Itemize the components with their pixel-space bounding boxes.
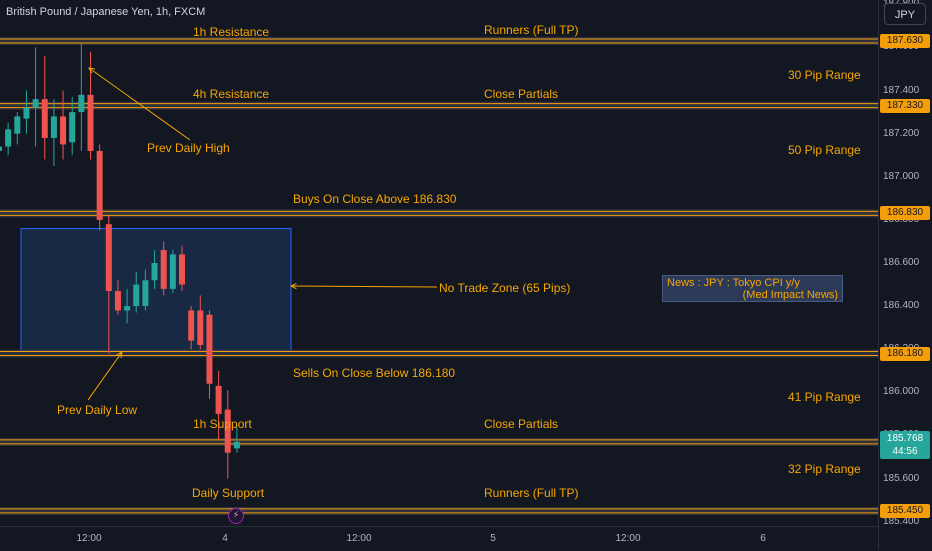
time-axis[interactable]: 12:00 4 12:00 5 12:00 6 bbox=[0, 526, 878, 551]
annotation-prev-daily-high[interactable]: Prev Daily High bbox=[147, 141, 230, 155]
candle-body[interactable] bbox=[87, 94, 94, 151]
level-band bbox=[0, 506, 878, 515]
level-price-badge[interactable]: 185.450 bbox=[880, 503, 930, 518]
candle-body[interactable] bbox=[124, 306, 131, 311]
annotation-no-trade-zone[interactable]: No Trade Zone (65 Pips) bbox=[439, 281, 570, 295]
news-event-box[interactable]: News : JPY : Tokyo CPI y/y (Med Impact N… bbox=[662, 275, 843, 302]
candlestick-chart[interactable] bbox=[0, 0, 878, 526]
current-price: 185.768 bbox=[886, 433, 924, 444]
candle-body[interactable] bbox=[169, 254, 176, 289]
news-line-2: (Med Impact News) bbox=[742, 289, 838, 301]
candle-body[interactable] bbox=[14, 116, 21, 134]
level-price-badge[interactable]: 186.830 bbox=[880, 206, 930, 221]
annotation-range-41[interactable]: 41 Pip Range bbox=[788, 390, 861, 404]
candle-body[interactable] bbox=[188, 310, 195, 341]
level-band bbox=[0, 437, 878, 446]
candle-body[interactable] bbox=[215, 385, 222, 414]
level-price-badge[interactable]: 187.330 bbox=[880, 98, 930, 113]
candle-body[interactable] bbox=[23, 107, 30, 119]
time-tick-label: 12:00 bbox=[76, 533, 102, 544]
time-tick-label: 12:00 bbox=[346, 533, 372, 544]
level-band bbox=[0, 36, 878, 45]
currency-button[interactable]: JPY bbox=[884, 3, 926, 25]
candle-body[interactable] bbox=[197, 310, 204, 345]
candle-body[interactable] bbox=[233, 441, 240, 449]
prev-daily-low-arrow bbox=[87, 351, 123, 401]
candle-body[interactable] bbox=[32, 99, 39, 108]
annotation-close-partials-bottom[interactable]: Close Partials bbox=[484, 417, 558, 431]
annotation-buys[interactable]: Buys On Close Above 186.830 bbox=[293, 192, 456, 206]
annotation-close-partials-top[interactable]: Close Partials bbox=[484, 87, 558, 101]
level-band bbox=[0, 209, 878, 218]
bar-countdown: 44:56 bbox=[892, 446, 918, 457]
annotation-resistance-1h[interactable]: 1h Resistance bbox=[193, 25, 269, 39]
price-tick-label: 187.200 bbox=[883, 127, 920, 139]
candle-body[interactable] bbox=[41, 99, 48, 138]
annotation-range-30[interactable]: 30 Pip Range bbox=[788, 68, 861, 82]
candle-body[interactable] bbox=[114, 291, 121, 311]
candle-body[interactable] bbox=[206, 314, 213, 384]
level-band bbox=[0, 349, 878, 358]
level-band bbox=[0, 101, 878, 110]
candle-body[interactable] bbox=[151, 263, 158, 281]
annotation-resistance-4h[interactable]: 4h Resistance bbox=[193, 87, 269, 101]
candle-body[interactable] bbox=[50, 116, 57, 138]
annotation-support-1h[interactable]: 1h Support bbox=[193, 417, 252, 431]
candle-body[interactable] bbox=[179, 254, 185, 285]
time-tick-label: 12:00 bbox=[615, 533, 641, 544]
time-tick-label: 4 bbox=[222, 533, 228, 544]
candle-body[interactable] bbox=[142, 280, 149, 307]
price-axis[interactable]: 187.800187.600187.400187.200187.000186.8… bbox=[878, 0, 932, 550]
price-tick-label: 186.600 bbox=[883, 257, 920, 268]
time-tick-label: 6 bbox=[760, 533, 766, 544]
candle-body[interactable] bbox=[96, 150, 103, 220]
annotation-sells[interactable]: Sells On Close Below 186.180 bbox=[293, 366, 455, 380]
candle-body[interactable] bbox=[5, 129, 12, 147]
annotation-daily-support[interactable]: Daily Support bbox=[192, 486, 264, 500]
no-trade-zone[interactable] bbox=[20, 228, 292, 352]
annotation-runners-top[interactable]: Runners (Full TP) bbox=[484, 23, 578, 37]
annotation-prev-daily-low[interactable]: Prev Daily Low bbox=[57, 403, 137, 417]
candle-body[interactable] bbox=[133, 284, 140, 307]
price-tick-label: 186.400 bbox=[883, 300, 920, 312]
annotation-runners-bottom[interactable]: Runners (Full TP) bbox=[484, 486, 578, 500]
current-price-badge[interactable]: 185.768 44:56 bbox=[880, 431, 930, 459]
candle-body[interactable] bbox=[78, 94, 85, 113]
lightning-bolt-icon[interactable]: ⚡ bbox=[228, 508, 244, 524]
candle-body[interactable] bbox=[60, 116, 67, 145]
price-tick-label: 187.400 bbox=[883, 84, 920, 96]
level-price-badge[interactable]: 187.630 bbox=[880, 33, 930, 48]
level-price-badge[interactable]: 186.180 bbox=[880, 346, 930, 361]
no-trade-zone-arrow bbox=[290, 285, 438, 288]
chart-area[interactable]: British Pound / Japanese Yen, 1h, FXCM N… bbox=[0, 0, 878, 526]
time-tick-label: 5 bbox=[490, 533, 496, 544]
annotation-range-32[interactable]: 32 Pip Range bbox=[788, 462, 861, 476]
price-tick-label: 185.600 bbox=[883, 472, 920, 484]
news-line-1: News : JPY : Tokyo CPI y/y bbox=[667, 277, 800, 289]
price-tick-label: 186.000 bbox=[883, 386, 920, 398]
symbol-title: British Pound / Japanese Yen, 1h, FXCM bbox=[6, 6, 206, 18]
candle-body[interactable] bbox=[0, 146, 2, 151]
price-tick-label: 187.000 bbox=[883, 170, 920, 182]
annotation-range-50[interactable]: 50 Pip Range bbox=[788, 143, 861, 157]
candle-body[interactable] bbox=[69, 112, 76, 143]
candle-body[interactable] bbox=[160, 250, 167, 289]
candle-body[interactable] bbox=[105, 224, 112, 292]
